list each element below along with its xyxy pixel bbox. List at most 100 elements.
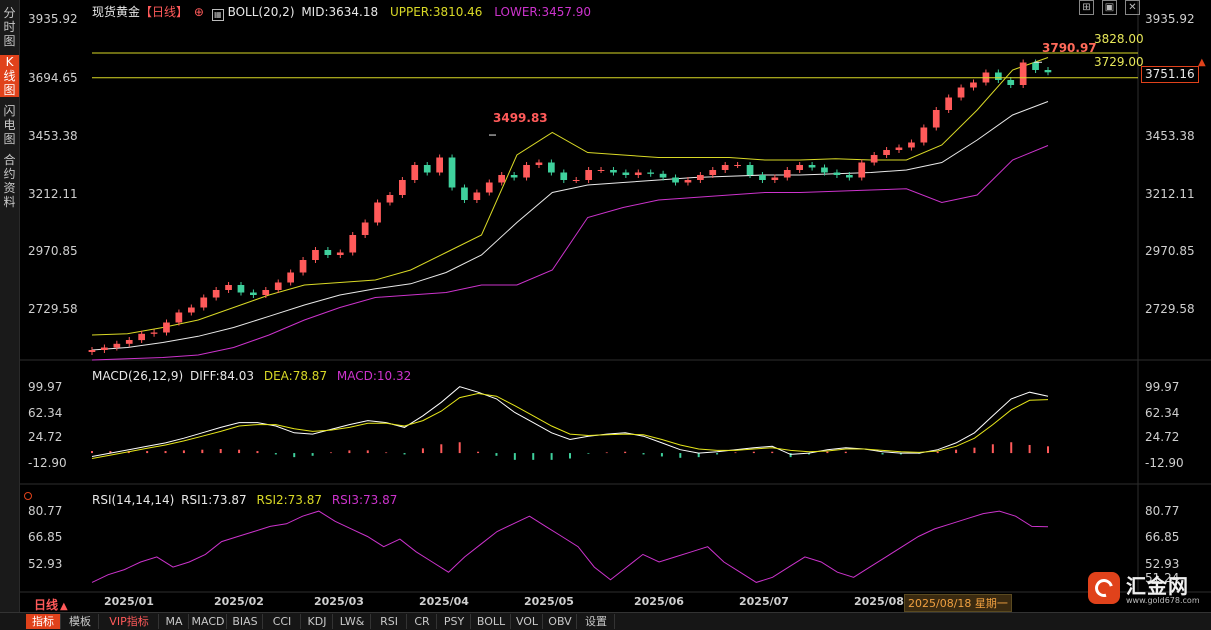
macd-diff-line (91, 386, 1049, 457)
tab-vip-indicators[interactable]: VIP指标 (100, 614, 159, 629)
candle-body (299, 260, 307, 273)
price-markers (489, 61, 1042, 136)
tab-bias[interactable]: BIAS (228, 614, 263, 629)
hline-label-3729: 3729.00 (1094, 55, 1144, 69)
month-label: 2025/03 (314, 595, 364, 608)
candle-body (125, 340, 133, 344)
rsi1-value: RSI1:73.87 (181, 493, 247, 507)
tab-cci[interactable]: CCI (264, 614, 301, 629)
hline-label-3828: 3828.00 (1094, 32, 1144, 46)
chart-canvas[interactable] (20, 0, 1211, 612)
boll-bands (91, 57, 1049, 361)
tab-vol[interactable]: VOL (512, 614, 543, 629)
macd-label: MACD(26,12,9) (92, 369, 184, 383)
candle-body (510, 175, 518, 178)
candle-body (783, 170, 791, 178)
candle-body (895, 147, 903, 150)
candle-body (995, 72, 1002, 80)
candle-body (1007, 80, 1015, 85)
boll-label: BOLL(20,2) (227, 5, 295, 19)
candle-body (1044, 70, 1052, 73)
macd-dea-line (91, 392, 1049, 459)
candle-body (709, 170, 717, 175)
candle-body (411, 165, 419, 180)
price-tick-left: 2970.85 (28, 244, 78, 258)
price-tick: 3453.38 (1145, 129, 1195, 143)
last-price-tag: 3751.16 (1141, 66, 1199, 83)
candle-body (759, 175, 766, 180)
month-label: 2025/01 (104, 595, 154, 608)
tab-lwr[interactable]: LW& (334, 614, 371, 629)
candle-body (436, 157, 443, 173)
tab-settings[interactable]: 设置 (578, 614, 615, 629)
candle-body (659, 173, 667, 178)
price-tick-left: 2729.58 (28, 302, 78, 316)
panel-toggle-icon[interactable] (24, 492, 32, 500)
indicator-tab-bar: 指标 模板 VIP指标 MA MACD BIAS CCI KDJ LW& RSI… (0, 612, 1211, 630)
tab-cr[interactable]: CR (408, 614, 437, 629)
candle-body (548, 162, 555, 173)
candle-body (1032, 62, 1039, 70)
indicator-settings-icon[interactable]: ▦ (211, 9, 224, 21)
boll-mid-line (91, 101, 1049, 351)
price-tick-left: 3453.38 (28, 129, 78, 143)
candle-body (485, 182, 493, 193)
month-label: 2025/08 (854, 595, 904, 608)
rsi-label: RSI(14,14,14) (92, 493, 175, 507)
close-icon[interactable]: ✕ (1125, 0, 1140, 15)
tab-ma[interactable]: MA (160, 614, 189, 629)
macd-tick-left: 62.34 (28, 406, 63, 420)
rsi2-value: RSI2:73.87 (256, 493, 323, 507)
restore-icon[interactable]: ▣ (1102, 0, 1117, 15)
candle-body (163, 322, 170, 333)
tab-kdj[interactable]: KDJ (302, 614, 333, 629)
horizontal-price-lines[interactable] (92, 52, 1138, 79)
logo: 汇金网 www.gold678.com (1088, 570, 1211, 606)
fullscreen-icon[interactable]: ⊞ (1079, 0, 1094, 15)
candle-body (225, 285, 232, 290)
tab-timeshare[interactable]: 分时图 (0, 6, 19, 48)
macd-diff-value: DIFF:84.03 (189, 369, 255, 383)
candle-body (870, 155, 878, 163)
rsi-tick: 52.93 (1145, 557, 1180, 571)
logo-name: 汇金网 (1126, 574, 1189, 598)
price-tick-left: 3935.92 (28, 12, 78, 26)
candle-body (200, 297, 208, 308)
tab-rsi[interactable]: RSI (372, 614, 407, 629)
tab-indicators[interactable]: 指标 (26, 614, 61, 629)
add-icon[interactable]: ⊕ (194, 5, 204, 19)
caret-up-icon: ▲ (60, 601, 68, 612)
tab-macd[interactable]: MACD (190, 614, 227, 629)
candle-body (188, 307, 195, 313)
boll-lower-value: LOWER:3457.90 (494, 5, 592, 19)
candle-body (945, 97, 952, 110)
candle-body (262, 290, 270, 295)
period-selector[interactable]: 日线 ▲ (34, 596, 68, 613)
tab-kline[interactable]: K线图 (0, 55, 19, 97)
tab-flash[interactable]: 闪电图 (0, 104, 19, 146)
tab-boll[interactable]: BOLL (472, 614, 511, 629)
candle-body (101, 347, 108, 350)
tab-obv[interactable]: OBV (544, 614, 577, 629)
tab-templates[interactable]: 模板 (62, 614, 99, 629)
candle-body (771, 177, 779, 180)
month-label: 2025/05 (524, 595, 574, 608)
boll-upper-line (91, 57, 1049, 336)
rsi3-value: RSI3:73.87 (331, 493, 398, 507)
macd-header: MACD(26,12,9) DIFF:84.03 DEA:78.87 MACD:… (92, 369, 411, 383)
candle-body (498, 175, 505, 183)
price-tick-left: 3212.11 (28, 187, 78, 201)
rsi-tick-left: 80.77 (28, 504, 63, 518)
chart-type-sidebar: 分时图 K线图 闪电图 合约资料 (0, 0, 20, 612)
tab-contract-info[interactable]: 合约资料 (0, 153, 19, 211)
candle-body (237, 285, 245, 293)
macd-tick-left: 24.72 (28, 430, 63, 444)
month-label: 2025/06 (634, 595, 684, 608)
candle-body (1019, 62, 1027, 85)
month-label: 2025/02 (214, 595, 264, 608)
candle-body (883, 150, 890, 155)
rsi-panel (91, 510, 1049, 583)
logo-mark-icon (1088, 572, 1120, 604)
cursor-date-label: 2025/08/18 星期一 (904, 594, 1012, 612)
tab-psy[interactable]: PSY (438, 614, 471, 629)
